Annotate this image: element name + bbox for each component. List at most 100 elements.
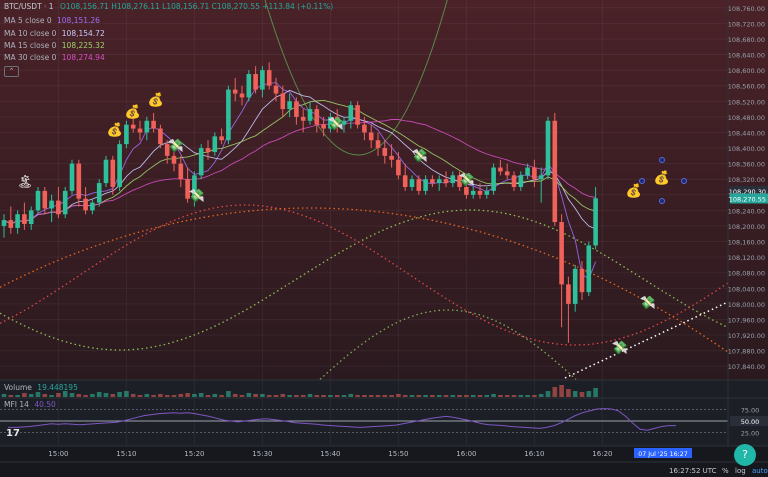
candle-body (137, 128, 143, 133)
candle-body (484, 190, 490, 195)
auto-toggle: auto (752, 467, 768, 475)
candle-body (443, 179, 449, 184)
symbol-label[interactable]: BTC/USDT · 1 (4, 2, 54, 11)
candle-body (430, 179, 435, 184)
volume-bar (49, 395, 54, 397)
mfi-level-badge-text: 50.00 (741, 418, 760, 426)
candle-body (470, 190, 476, 195)
anchor-handle (681, 178, 687, 184)
y-tick-label: 108,000.00 (728, 301, 765, 309)
signal-marker-icon: 💸 (412, 148, 428, 164)
legend-ma15-value: 108,225.32 (61, 41, 105, 50)
volume-bar (76, 394, 82, 397)
volume-bar (151, 395, 156, 397)
signal-marker-icon: 💸 (612, 340, 628, 356)
candle-body (90, 202, 95, 211)
candle-body (593, 198, 598, 246)
candle-body (362, 124, 367, 133)
y-tick-label: 108,160.00 (728, 239, 765, 247)
candle-body (355, 105, 360, 125)
volume-bar (1, 394, 7, 397)
candle-body (15, 214, 20, 228)
candle (35, 187, 41, 215)
volume-legend[interactable]: Volume 19.448195 (4, 383, 78, 392)
legend-ma5[interactable]: MA 5 close 0 108,151.26 (4, 16, 100, 26)
volume-bar (90, 394, 95, 397)
candle (69, 159, 75, 195)
volume-bar (212, 394, 218, 397)
volume-bar (348, 394, 354, 397)
volume-bar (552, 387, 558, 397)
y-tick-label: 107,880.00 (728, 348, 765, 356)
volume-bar (144, 394, 150, 397)
candle-body (22, 214, 27, 225)
y-tick-label: 108,360.00 (728, 161, 765, 169)
volume-bar (110, 394, 116, 397)
signal-marker-icon: 💸 (168, 138, 184, 154)
volume-bar (28, 394, 34, 397)
help-icon[interactable]: ? (734, 444, 756, 466)
candle-body (552, 120, 558, 223)
candle (226, 85, 231, 145)
signal-marker-icon: 💰 (654, 170, 670, 186)
symbol-header: BTC/USDT · 1 O108,156.71 H108,276.11 L10… (4, 2, 333, 11)
volume-bar (368, 395, 374, 397)
volume-bar (35, 392, 41, 397)
x-tick-label: 16:10 (524, 450, 544, 458)
candle-body (83, 198, 88, 211)
volume-bar (362, 395, 367, 397)
x-tick-label: 15:40 (320, 450, 340, 458)
volume-bar (334, 395, 340, 397)
candle-body (538, 175, 544, 180)
volume-bar (532, 395, 537, 397)
chart-canvas[interactable]: 108,760.00 108,720.00 108,680.00 108,640.00… (0, 0, 768, 477)
candle-body (450, 175, 456, 184)
volume-bar (185, 393, 190, 397)
volume-bar (171, 395, 177, 397)
volume-bar (321, 395, 326, 397)
mfi-legend[interactable]: MFI 14 40.50 (4, 400, 56, 409)
candle-body (389, 155, 394, 160)
volume-bar (130, 394, 136, 397)
candle-body (178, 163, 184, 180)
signal-marker-icon: 💸 (640, 295, 656, 311)
y-tick-label: 108,480.00 (728, 114, 765, 122)
legend-ma30[interactable]: MA 30 close 0 108,274.94 (4, 53, 105, 63)
candle-body (402, 175, 408, 187)
candle-body (559, 222, 564, 285)
x-tick-label: 15:00 (48, 450, 68, 458)
candle-body (212, 136, 218, 152)
volume-bar (416, 395, 422, 397)
tradingview-logo-icon[interactable]: 17 (6, 428, 20, 439)
volume-bar (504, 395, 510, 397)
volume-bar (232, 394, 238, 397)
volume-bar (239, 395, 245, 397)
legend-ma10[interactable]: MA 10 close 0 108,154.72 (4, 29, 105, 39)
volume-bar (137, 395, 143, 397)
volume-bar (314, 395, 320, 397)
candle-body (307, 109, 313, 121)
volume-bar (219, 395, 224, 397)
volume-bar (375, 395, 381, 397)
volume-bar (389, 395, 394, 397)
candle-body (579, 268, 585, 293)
volume-bar (341, 395, 347, 397)
x-tick-label: 15:20 (184, 450, 204, 458)
y-tick-label: 108,600.00 (728, 67, 765, 75)
mfi-value: 40.50 (34, 400, 56, 409)
signal-marker-icon: 💸 (328, 116, 344, 132)
volume-bar (246, 393, 252, 397)
volume-bar (559, 385, 564, 397)
y-tick-label: 108,520.00 (728, 98, 765, 106)
volume-bar (205, 395, 211, 397)
x-tick-label: 15:50 (388, 450, 408, 458)
legend-ma15[interactable]: MA 15 close 0 108,225.32 (4, 41, 105, 51)
collapse-legend-button[interactable]: ⌃ (4, 66, 19, 77)
candle-body (35, 190, 41, 211)
volume-bar (280, 394, 286, 397)
legend-ma10-label: MA 10 close 0 (4, 29, 57, 38)
candle-body (498, 167, 503, 172)
candle-body (69, 163, 75, 191)
signal-marker-icon: 💸 (459, 172, 475, 188)
candle-body (1, 220, 7, 226)
